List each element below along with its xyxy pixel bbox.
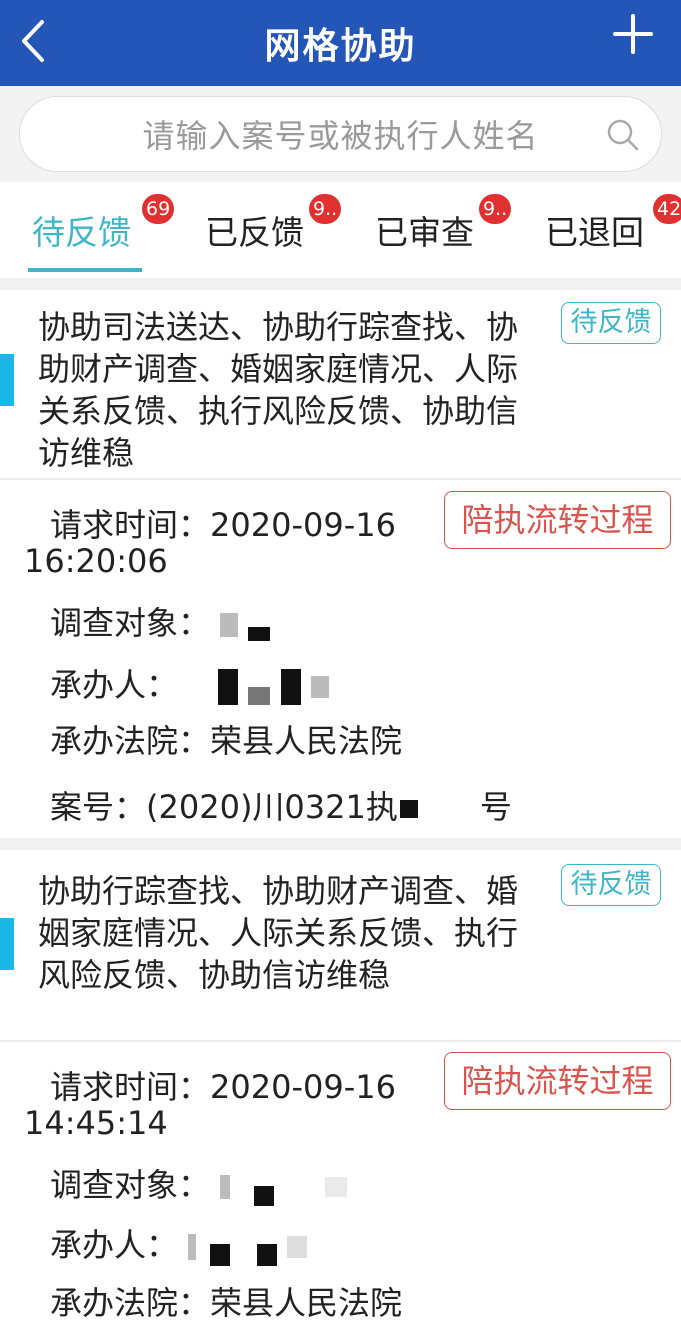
redacted-name	[248, 687, 271, 705]
redacted-name	[218, 669, 239, 705]
search-bar: 请输入案号或被执行人姓名	[0, 86, 681, 182]
redacted-name	[310, 676, 329, 698]
tab-returned[interactable]: 已退回 42	[545, 194, 681, 254]
handler-label: 承办人：	[50, 1226, 179, 1264]
request-date: 2020-09-16	[210, 506, 396, 544]
redacted-name	[254, 1186, 275, 1206]
redacted-name	[188, 1234, 197, 1260]
search-placeholder: 请输入案号或被执行人姓名	[142, 117, 539, 155]
back-arrow-icon[interactable]	[14, 18, 54, 64]
subject-label: 调查对象：	[50, 604, 211, 642]
tab-label: 已审查	[375, 213, 474, 252]
tab-label: 已反馈	[205, 213, 304, 252]
card-accent-bar	[0, 354, 14, 406]
flow-process-button[interactable]: 陪执流转过程	[444, 491, 671, 549]
app-header: 网格协助	[0, 0, 681, 86]
status-tabs: 待反馈 69 已反馈 9.. 已审查 9.. 已退回 42	[0, 182, 681, 278]
redacted-name	[210, 1244, 231, 1266]
page-title: 网格协助	[264, 26, 417, 67]
tab-feedback-done[interactable]: 已反馈 9..	[205, 194, 342, 254]
court: 承办法院：荣县人民法院	[50, 1278, 402, 1324]
case-suffix: 号	[479, 788, 512, 826]
investigation-subject: 调查对象：	[50, 1160, 347, 1206]
subject-label: 调查对象：	[50, 1166, 211, 1204]
count-badge: 42	[653, 194, 681, 224]
court-name: 荣县人民法院	[210, 722, 403, 760]
task-title: 协助行踪查找、协助财产调查、婚姻家庭情况、人际关系反馈、执行风险反馈、协助信访维…	[38, 872, 519, 994]
redacted-name	[220, 613, 239, 637]
section-gap	[0, 838, 681, 850]
redacted-name	[220, 1175, 231, 1199]
request-time-label: 请求时间：	[50, 1068, 211, 1106]
case-label: 案号：	[50, 788, 147, 826]
handler: 承办人：	[50, 1220, 307, 1266]
court-label: 承办法院：	[50, 722, 211, 760]
search-input[interactable]: 请输入案号或被执行人姓名	[19, 96, 662, 172]
request-date: 2020-09-16	[210, 1068, 396, 1106]
status-badge: 待反馈	[561, 302, 661, 344]
request-clock: 16:20:06	[24, 542, 168, 580]
court-label: 承办法院：	[50, 1284, 211, 1322]
count-badge: 9..	[479, 194, 512, 224]
case-prefix: (2020)川0321执	[146, 788, 398, 826]
flow-process-button[interactable]: 陪执流转过程	[444, 1052, 671, 1110]
card-accent-bar	[0, 918, 14, 970]
redacted-name	[286, 1236, 307, 1258]
redacted-name	[280, 669, 301, 705]
handler: 承办人：	[50, 660, 329, 706]
count-badge: 69	[142, 194, 175, 224]
section-gap	[0, 278, 681, 290]
redacted-case	[399, 800, 418, 818]
request-time: 请求时间：2020-09-16	[50, 500, 396, 546]
tab-label: 待反馈	[32, 213, 131, 252]
request-clock: 14:45:14	[24, 1104, 168, 1142]
tab-reviewed[interactable]: 已审查 9..	[375, 194, 512, 254]
redacted-name	[324, 1177, 347, 1197]
status-badge: 待反馈	[561, 864, 661, 906]
task-card-header[interactable]: 协助行踪查找、协助财产调查、婚姻家庭情况、人际关系反馈、执行风险反馈、协助信访维…	[0, 850, 681, 1038]
card-divider	[0, 1040, 681, 1042]
case-number: 案号：(2020)川0321执 号	[50, 782, 512, 828]
request-time-label: 请求时间：	[50, 506, 211, 544]
redacted-name	[256, 1244, 277, 1266]
count-badge: 9..	[309, 194, 342, 224]
task-card-header[interactable]: 协助司法送达、协助行踪查找、协助财产调查、婚姻家庭情况、人际关系反馈、执行风险反…	[0, 290, 681, 476]
investigation-subject: 调查对象：	[50, 598, 271, 644]
plus-icon[interactable]	[611, 12, 655, 56]
handler-label: 承办人：	[50, 666, 179, 704]
card-divider	[0, 478, 681, 480]
court-name: 荣县人民法院	[210, 1284, 403, 1322]
court: 承办法院：荣县人民法院	[50, 716, 402, 762]
redacted-name	[248, 627, 271, 641]
tab-label: 已退回	[545, 213, 644, 252]
search-icon[interactable]	[605, 117, 641, 153]
request-time: 请求时间：2020-09-16	[50, 1062, 396, 1108]
active-tab-indicator	[28, 268, 142, 272]
task-title: 协助司法送达、协助行踪查找、协助财产调查、婚姻家庭情况、人际关系反馈、执行风险反…	[38, 308, 519, 472]
tab-pending-feedback[interactable]: 待反馈 69	[32, 194, 175, 254]
